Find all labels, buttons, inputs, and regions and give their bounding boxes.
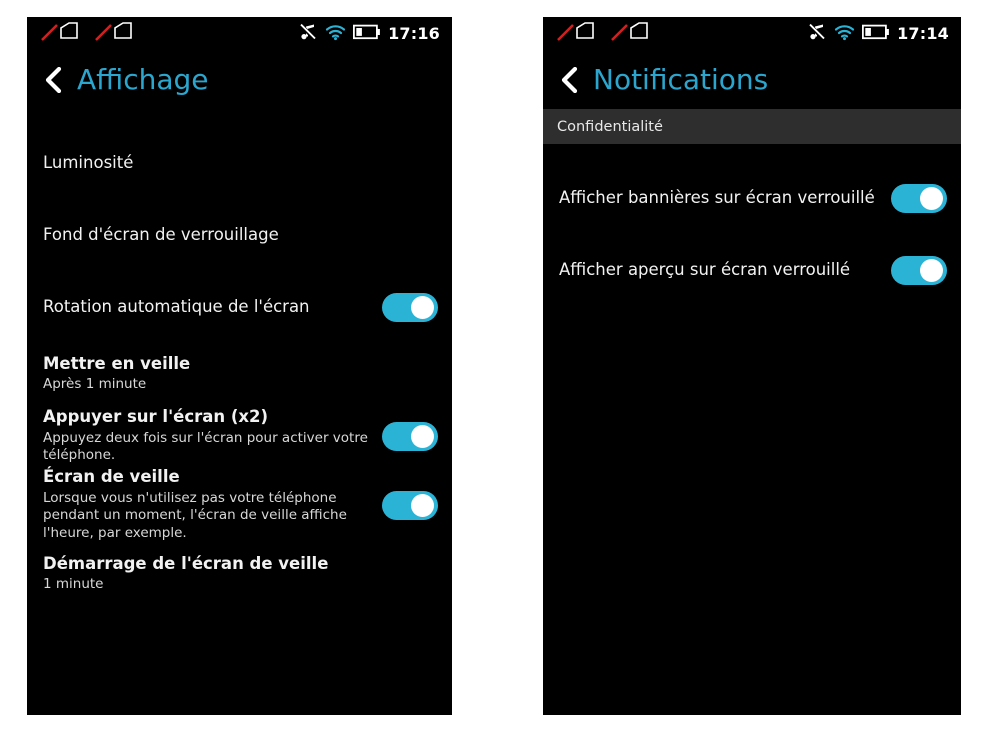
battery-icon <box>862 24 890 44</box>
music-muted-icon <box>807 22 827 46</box>
toggle-knob <box>411 493 434 517</box>
row-texts: Mettre en veille Après 1 minute <box>43 354 438 394</box>
settings-list: Afficher bannières sur écran verrouillé … <box>543 144 961 306</box>
wifi-icon <box>325 23 346 45</box>
screen-title-bar: Notifications <box>543 51 961 109</box>
row-texts: Démarrage de l'écran de veille 1 minute <box>43 554 438 594</box>
row-title: Appuyer sur l'écran (x2) <box>43 406 269 426</box>
status-bar-clock: 17:16 <box>388 23 440 43</box>
toggle-knob <box>920 258 943 282</box>
row-luminosite[interactable]: Luminosité <box>27 127 452 199</box>
row-title: Fond d'écran de verrouillage <box>43 224 279 244</box>
row-mettre-en-veille[interactable]: Mettre en veille Après 1 minute <box>27 343 452 405</box>
sim-no-signal-icon <box>95 22 135 46</box>
settings-list: Luminosité Fond d'écran de verrouillage … <box>27 109 452 605</box>
toggle-afficher-apercu[interactable] <box>891 255 947 285</box>
row-title: Écran de veille <box>43 467 180 486</box>
row-demarrage-ecran-de-veille[interactable]: Démarrage de l'écran de veille 1 minute <box>27 543 452 605</box>
sim-no-signal-icon <box>611 22 651 46</box>
row-texts: Afficher aperçu sur écran verrouillé <box>559 260 885 281</box>
status-bar: 17:14 <box>543 17 961 51</box>
row-texts: Afficher bannières sur écran verrouillé <box>559 188 885 209</box>
toggle-appuyer-sur-ecran[interactable] <box>382 421 438 451</box>
row-title: Démarrage de l'écran de veille <box>43 553 329 573</box>
screen-title-bar: Affichage <box>27 51 452 109</box>
sim-no-signal-icon <box>557 22 597 46</box>
row-rotation-automatique[interactable]: Rotation automatique de l'écran <box>27 271 452 343</box>
section-header-label: Confidentialité <box>557 118 663 135</box>
back-chevron-icon[interactable] <box>557 65 583 95</box>
toggle-rotation-automatique[interactable] <box>382 292 438 322</box>
row-subtitle: Appuyez deux fois sur l'écran pour activ… <box>43 429 368 464</box>
row-fond-ecran-verrouillage[interactable]: Fond d'écran de verrouillage <box>27 199 452 271</box>
status-bar-right-icons: 17:16 <box>298 22 440 46</box>
row-texts: Écran de veille Lorsque vous n'utilisez … <box>43 467 376 543</box>
battery-icon <box>353 24 381 44</box>
row-title: Luminosité <box>43 152 134 172</box>
status-bar-left-icons <box>41 22 135 46</box>
page-title: Affichage <box>77 63 209 96</box>
status-bar: 17:16 <box>27 17 452 51</box>
row-subtitle: 1 minute <box>43 576 104 593</box>
back-chevron-icon[interactable] <box>41 65 67 95</box>
status-bar-right-icons: 17:14 <box>807 22 949 46</box>
row-title: Afficher aperçu sur écran verrouillé <box>559 259 851 279</box>
section-header-confidentialite: Confidentialité <box>543 109 961 144</box>
list-top-spacer <box>543 144 961 162</box>
row-appuyer-sur-ecran[interactable]: Appuyer sur l'écran (x2) Appuyez deux fo… <box>27 405 452 467</box>
row-title: Afficher bannières sur écran verrouillé <box>559 187 875 207</box>
toggle-ecran-de-veille[interactable] <box>382 490 438 520</box>
row-texts: Appuyer sur l'écran (x2) Appuyez deux fo… <box>43 407 376 465</box>
toggle-knob <box>411 295 434 319</box>
row-title: Mettre en veille <box>43 353 191 373</box>
list-top-spacer <box>27 109 452 127</box>
page-title: Notifications <box>593 63 769 96</box>
row-subtitle: Lorsque vous n'utilisez pas votre téléph… <box>43 489 347 542</box>
status-bar-left-icons <box>557 22 651 46</box>
row-subtitle: Après 1 minute <box>43 376 147 393</box>
row-ecran-de-veille[interactable]: Écran de veille Lorsque vous n'utilisez … <box>27 467 452 543</box>
toggle-afficher-bannieres[interactable] <box>891 183 947 213</box>
row-texts: Rotation automatique de l'écran <box>43 297 376 318</box>
phone-screen-notification-settings: 17:14 Notifications Confidentialité Affi… <box>543 17 961 715</box>
phone-screen-display-settings: 17:16 Affichage Luminosité Fond d'écran … <box>27 17 452 715</box>
status-bar-clock: 17:14 <box>897 23 949 43</box>
row-title: Rotation automatique de l'écran <box>43 296 310 316</box>
toggle-knob <box>411 424 434 448</box>
row-texts: Fond d'écran de verrouillage <box>43 225 438 246</box>
sim-no-signal-icon <box>41 22 81 46</box>
music-muted-icon <box>298 22 318 46</box>
toggle-knob <box>920 186 943 210</box>
row-texts: Luminosité <box>43 153 438 174</box>
row-afficher-bannieres-ecran-verrouille[interactable]: Afficher bannières sur écran verrouillé <box>543 162 961 234</box>
wifi-icon <box>834 23 855 45</box>
row-afficher-apercu-ecran-verrouille[interactable]: Afficher aperçu sur écran verrouillé <box>543 234 961 306</box>
